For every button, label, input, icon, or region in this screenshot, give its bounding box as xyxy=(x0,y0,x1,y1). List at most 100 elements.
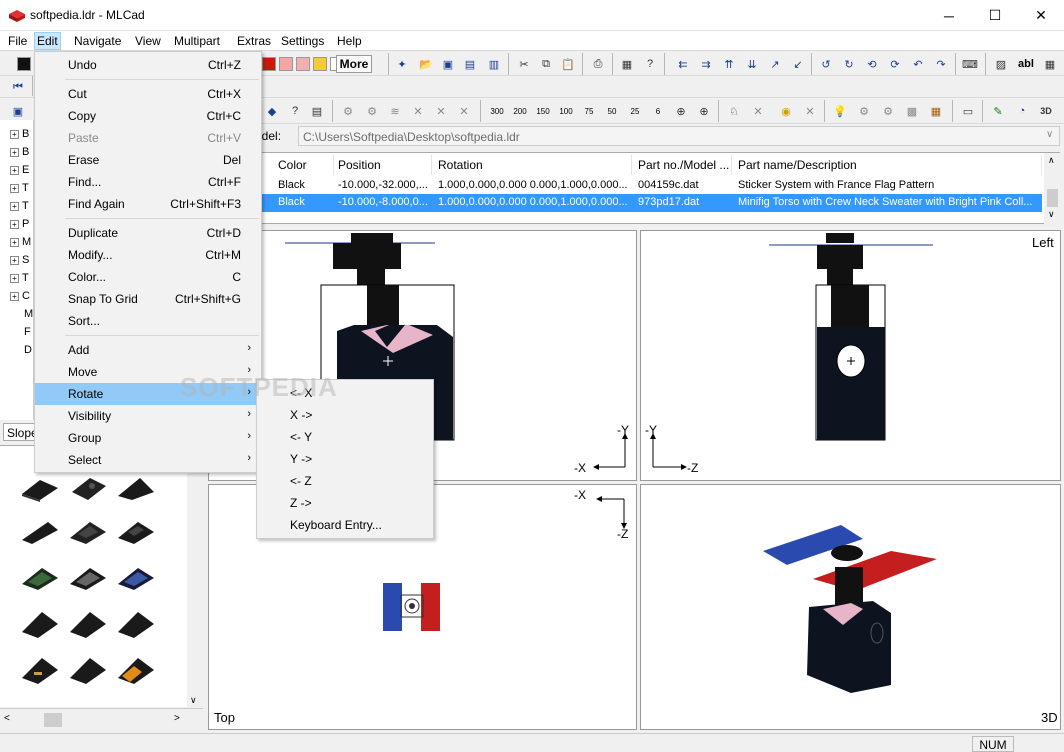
move-x-left-icon[interactable]: ⇇ xyxy=(673,54,693,74)
menu-extras[interactable]: Extras xyxy=(234,32,274,50)
print-icon[interactable]: ⎙ xyxy=(588,54,608,74)
move-y-up-icon[interactable]: ⇈ xyxy=(719,54,739,74)
menu-item-modify[interactable]: Modify... Ctrl+M xyxy=(35,244,261,266)
table-row[interactable]: Black -10.000,-32.000,... 1.000,0.000,0.… xyxy=(204,177,1042,194)
list-icon[interactable]: ▤ xyxy=(307,101,327,121)
menu-item-cut[interactable]: Cut Ctrl+X xyxy=(35,83,261,105)
slope-brick-thumbnail[interactable] xyxy=(20,564,60,592)
flex-icon[interactable]: ✕ xyxy=(408,101,428,121)
save-as-icon[interactable]: ▤ xyxy=(460,54,480,74)
menu-item-keyboard-entry[interactable]: Keyboard Entry... xyxy=(257,514,433,536)
menu-item-duplicate[interactable]: Duplicate Ctrl+D xyxy=(35,222,261,244)
zoom-150-icon[interactable]: 150 xyxy=(532,101,554,121)
select-tool-icon[interactable]: ▣ xyxy=(8,101,28,121)
menu-item-rotate-y-neg[interactable]: <- Y xyxy=(257,426,433,448)
colour-wheel-icon[interactable]: ◔ xyxy=(1012,101,1032,121)
menu-item-snap-to-grid[interactable]: Snap To Grid Ctrl+Shift+G xyxy=(35,288,261,310)
rotate-z-pos-icon[interactable]: ↷ xyxy=(931,54,951,74)
slope-brick-thumbnail[interactable] xyxy=(68,518,108,546)
slope-brick-thumbnail[interactable] xyxy=(20,474,60,502)
model-path-dropdown[interactable]: C:\Users\Softpedia\Desktop\softpedia.ldr xyxy=(298,126,1060,146)
move-z-out-icon[interactable]: ↙ xyxy=(788,54,808,74)
menu-item-paste[interactable]: Paste Ctrl+V xyxy=(35,127,261,149)
save-icon[interactable]: ▣ xyxy=(438,54,458,74)
first-step-icon[interactable]: ⏮ xyxy=(8,77,28,97)
scroll-left-arrow-icon[interactable]: < xyxy=(4,713,10,724)
more-colors-button[interactable]: More xyxy=(336,55,372,73)
render-icon[interactable]: ⚙ xyxy=(854,101,874,121)
table-row-selected[interactable]: Black -10.000,-8.000,0... 1.000,0.000,0.… xyxy=(204,194,1042,212)
scroll-up-arrow-icon[interactable]: ∧ xyxy=(1048,155,1055,166)
scroll-right-arrow-icon[interactable]: > xyxy=(174,713,180,724)
rotate-y-pos-icon[interactable]: ⟳ xyxy=(885,54,905,74)
slope-brick-thumbnail[interactable] xyxy=(116,564,156,592)
column-header-position[interactable]: Position xyxy=(332,155,432,175)
scroll-thumb[interactable] xyxy=(1047,189,1058,207)
menu-item-find-again[interactable]: Find Again Ctrl+Shift+F3 xyxy=(35,193,261,215)
paste-icon[interactable]: 📋 xyxy=(558,54,578,74)
maximize-button[interactable]: ☐ xyxy=(972,0,1018,31)
menu-item-find[interactable]: Find... Ctrl+F xyxy=(35,171,261,193)
zoom-fit-icon[interactable]: ⊕ xyxy=(671,101,691,121)
color-swatch-red[interactable] xyxy=(262,57,276,71)
menu-view[interactable]: View xyxy=(132,32,164,50)
move-y-down-icon[interactable]: ⇊ xyxy=(742,54,762,74)
grid-icon[interactable]: ▦ xyxy=(1040,54,1060,74)
menu-item-erase[interactable]: Erase Del xyxy=(35,149,261,171)
zoom-50-icon[interactable]: 50 xyxy=(601,101,623,121)
color-swatch-black[interactable] xyxy=(17,57,31,71)
menu-item-rotate-z-neg[interactable]: <- Z xyxy=(257,470,433,492)
menu-item-select[interactable]: Select › xyxy=(35,449,261,471)
menu-edit[interactable]: Edit xyxy=(34,32,61,50)
new-file-icon[interactable]: ✦ xyxy=(392,54,412,74)
rotate-x-pos-icon[interactable]: ↻ xyxy=(839,54,859,74)
slope-brick-thumbnail[interactable] xyxy=(116,474,156,502)
zoom-300-icon[interactable]: 300 xyxy=(486,101,508,121)
column-header-color[interactable]: Color xyxy=(272,155,334,175)
menu-settings[interactable]: Settings xyxy=(278,32,327,50)
picture-icon[interactable]: ▨ xyxy=(991,54,1011,74)
slope-brick-thumbnail[interactable] xyxy=(20,656,60,684)
rotate-x-neg-icon[interactable]: ↺ xyxy=(816,54,836,74)
query-icon[interactable]: ? xyxy=(285,101,305,121)
scroll-down-arrow-icon[interactable]: ∨ xyxy=(190,695,197,706)
menu-item-rotate-x-pos[interactable]: X -> xyxy=(257,404,433,426)
slope-brick-thumbnail[interactable] xyxy=(20,518,60,546)
column-header-description[interactable]: Part name/Description xyxy=(732,155,1042,175)
hinge-icon[interactable]: ⚙ xyxy=(362,101,382,121)
menu-item-visibility[interactable]: Visibility › xyxy=(35,405,261,427)
scroll-thumb[interactable] xyxy=(44,713,62,727)
menu-item-rotate-z-pos[interactable]: Z -> xyxy=(257,492,433,514)
column-header-rotation[interactable]: Rotation xyxy=(432,155,632,175)
clock-icon[interactable]: ◉ xyxy=(776,101,796,121)
bell-icon[interactable]: ♘ xyxy=(724,101,744,121)
move-z-in-icon[interactable]: ↗ xyxy=(765,54,785,74)
menu-item-rotate-y-pos[interactable]: Y -> xyxy=(257,448,433,470)
properties-icon[interactable]: ▦ xyxy=(617,54,637,74)
scroll-down-arrow-icon[interactable]: ∨ xyxy=(1048,209,1055,220)
3d-view-icon[interactable]: 3D xyxy=(1036,101,1056,121)
slope-brick-thumbnail[interactable] xyxy=(116,518,156,546)
menu-multipart[interactable]: Multipart xyxy=(171,32,223,50)
stop-icon[interactable]: ✕ xyxy=(800,101,820,121)
slope-brick-thumbnail[interactable] xyxy=(68,564,108,592)
spring-icon[interactable]: ≋ xyxy=(385,101,405,121)
slope-brick-thumbnail[interactable] xyxy=(116,610,156,638)
gallery-horizontal-scrollbar[interactable]: < > xyxy=(0,708,203,730)
zoom-200-icon[interactable]: 200 xyxy=(509,101,531,121)
rotate-y-neg-icon[interactable]: ⟲ xyxy=(862,54,882,74)
pen-icon[interactable]: ✎ xyxy=(988,101,1008,121)
clear-icon[interactable]: ✕ xyxy=(748,101,768,121)
menu-item-group[interactable]: Group › xyxy=(35,427,261,449)
save-all-icon[interactable]: ▥ xyxy=(484,54,504,74)
menu-item-sort[interactable]: Sort... xyxy=(35,310,261,332)
zoom-75-icon[interactable]: 75 xyxy=(578,101,600,121)
chevron-down-icon[interactable]: ∨ xyxy=(1046,129,1053,140)
cut-icon[interactable]: ✂ xyxy=(514,54,534,74)
color-swatch-yellow[interactable] xyxy=(313,57,327,71)
window-icon[interactable]: ▭ xyxy=(958,101,978,121)
slope-brick-thumbnail[interactable] xyxy=(68,656,108,684)
hose-icon[interactable]: ✕ xyxy=(454,101,474,121)
move-x-right-icon[interactable]: ⇉ xyxy=(696,54,716,74)
zoom-icon[interactable]: ⊕ xyxy=(694,101,714,121)
